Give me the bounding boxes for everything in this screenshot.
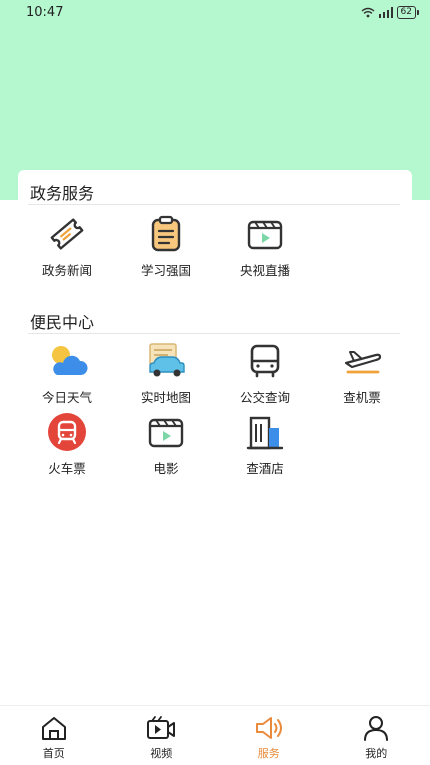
tab-video[interactable]: 视频: [108, 706, 216, 765]
speaker-icon: [254, 714, 284, 742]
service-item-label: 查酒店: [246, 461, 284, 476]
service-item-label: 查机票: [343, 390, 381, 405]
movie-icon: [144, 412, 188, 452]
service-item-flight[interactable]: 查机票: [312, 341, 412, 411]
section-title-convenience: 便民中心: [30, 313, 95, 332]
service-item-label: 公交查询: [239, 390, 290, 405]
status-time: 10:47: [26, 4, 64, 20]
signal-icon: [378, 6, 393, 18]
home-icon: [39, 714, 69, 742]
clipboard-icon: [144, 214, 188, 254]
service-item-hotel[interactable]: 查酒店: [215, 412, 315, 482]
bottom-tab-bar: 首页 视频 服务 我的: [0, 705, 430, 765]
hotel-icon: [243, 412, 287, 452]
service-item-label: 学习强国: [140, 263, 191, 278]
map-car-icon: [144, 341, 188, 381]
status-bar: 10:47 62: [0, 0, 430, 24]
divider: [28, 333, 400, 334]
ticket-icon: [45, 214, 89, 254]
tab-home[interactable]: 首页: [0, 706, 108, 765]
tab-label: 服务: [257, 747, 280, 760]
tab-label: 视频: [150, 747, 173, 760]
service-item-label: 火车票: [48, 461, 86, 476]
service-item-cctv-live[interactable]: 央视直播: [215, 214, 315, 284]
service-item-bus[interactable]: 公交查询: [215, 341, 315, 411]
airplane-icon: [340, 341, 384, 381]
section-title-government: 政务服务: [30, 184, 95, 203]
tab-mine[interactable]: 我的: [323, 706, 430, 765]
bus-icon: [243, 341, 287, 381]
user-icon: [361, 714, 391, 742]
service-item-label: 政务新闻: [41, 263, 92, 278]
tab-label: 我的: [365, 747, 388, 760]
tab-label: 首页: [42, 747, 65, 760]
service-item-gov-news[interactable]: 政务新闻: [17, 214, 117, 284]
video-player-icon: [243, 214, 287, 254]
tab-service[interactable]: 服务: [215, 706, 323, 765]
service-item-label: 电影: [153, 461, 179, 476]
service-item-study[interactable]: 学习强国: [116, 214, 216, 284]
weather-icon: [45, 341, 89, 381]
service-item-movie[interactable]: 电影: [116, 412, 216, 482]
service-item-label: 央视直播: [239, 263, 290, 278]
divider: [28, 204, 400, 205]
train-icon: [45, 412, 89, 452]
service-item-live-map[interactable]: 实时地图: [116, 341, 216, 411]
battery-indicator: 62: [396, 5, 420, 19]
service-item-label: 今日天气: [41, 390, 92, 405]
wifi-icon: [361, 7, 374, 17]
service-item-label: 实时地图: [140, 390, 191, 405]
service-item-weather[interactable]: 今日天气: [17, 341, 117, 411]
service-item-train[interactable]: 火车票: [17, 412, 117, 482]
video-camera-icon: [146, 714, 176, 742]
